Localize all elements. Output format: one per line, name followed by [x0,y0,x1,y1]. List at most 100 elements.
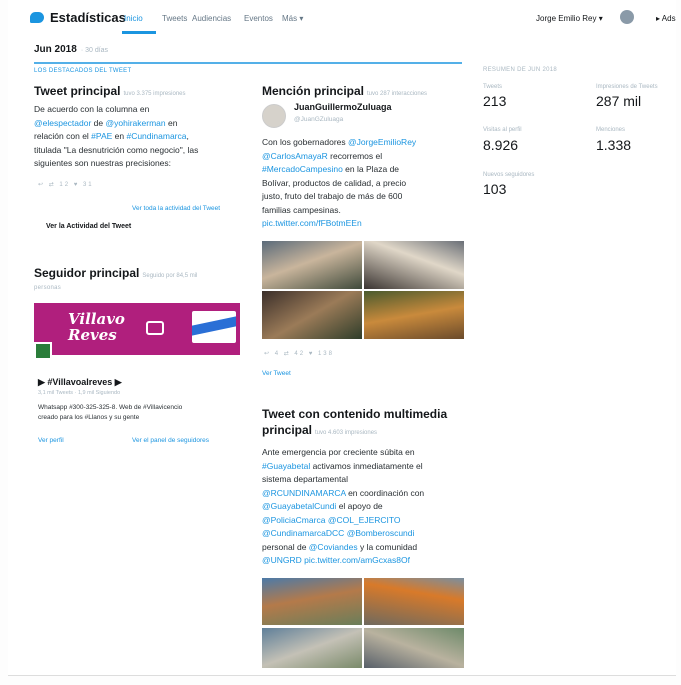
tab-audiences[interactable]: Audiencias [192,14,231,23]
text-line: relación con el #PAE en #Cundinamarca, [34,130,246,144]
text-link[interactable]: @UNGRD [262,555,302,565]
tv-icon [146,321,164,335]
media-photo-2[interactable] [364,578,464,625]
top-follower-title-text: Seguidor principal [34,266,140,280]
follower-stats: 3,1 mil Tweets · 1,9 mil Siguiendo [38,390,121,396]
text-line: personal de @Coviandes y la comunidad [262,541,472,555]
text-link[interactable]: @yohirakerman [106,118,166,128]
section-label: LOS DESTACADOS DEL TWEET [34,68,132,74]
top-follower-meta: Seguido por 84,5 mil [142,273,198,279]
text-line: justo, fruto del trabajo de más de 600 [262,190,467,204]
text-link[interactable]: @CundinamarcaDCC [262,528,344,538]
stat-new-followers-value: 103 [483,181,507,197]
text-run: De acuerdo con la columna en [34,104,150,114]
text-line: #MercadoCampesino en la Plaza de [262,163,467,177]
text-line: @GuayabetalCundi el apoyo de [262,500,472,514]
text-line: Ante emergencia por creciente súbita en [262,446,472,460]
user-avatar[interactable] [620,10,634,24]
tab-events[interactable]: Eventos [244,14,273,23]
mention-author-avatar[interactable] [262,104,286,128]
text-line: #Guayabetal activamos inmediatamente el [262,460,472,474]
view-profile-link[interactable]: Ver perfil [38,437,64,444]
text-run: siguientes son nuestras precisiones: [34,158,172,168]
top-tweet-text: De acuerdo con la columna en @elespectado… [34,103,246,171]
mention-actions[interactable]: ↩ 4 ⇄ 42 ♥ 138 [264,350,334,357]
top-tweet-title: Tweet principal tuvo 3.375 impresiones [34,84,186,102]
follower-name[interactable]: ▶ #Villavoalreves ▶ [38,377,122,388]
text-line: @elespectador de @yohirakerman en [34,117,246,131]
view-tweet-activity-button[interactable]: Ver la Actividad del Tweet [46,223,131,230]
mention-photo-4[interactable] [364,291,464,339]
tab-more[interactable]: Más ▾ [282,14,303,23]
text-link[interactable]: #MercadoCampesino [262,164,343,174]
top-media-title-text: principal [262,423,313,437]
text-link[interactable]: pic.twitter.com/amGcxas8Of [302,555,410,565]
text-run: justo, fruto del trabajo de más de 600 [262,191,403,201]
stat-mentions-label: Menciones [596,127,626,133]
tab-home[interactable]: Inicio [124,14,143,23]
media-photo-4[interactable] [364,628,464,668]
brand[interactable]: Estadísticas [30,10,126,25]
top-mention-title-text: Mención principal [262,84,365,98]
stat-mentions-value: 1.338 [596,137,632,153]
text-link[interactable]: #PAE [91,131,112,141]
text-link[interactable]: @Bomberoscundi [347,528,415,538]
text-link[interactable]: @JorgeEmilioRey [348,137,416,147]
text-link[interactable]: @GuayabetalCundi [262,501,336,511]
text-run: personal de [262,541,309,552]
mention-author-name[interactable]: JuanGuillermoZuluaga [294,102,392,112]
user-menu[interactable]: Jorge Emilio Rey ▾ [536,14,603,23]
text-link[interactable]: pic.twitter.com/fFBotmEEn [262,218,362,228]
stat-impressions-label: Impresiones de Tweets [596,84,658,90]
top-media-title-line-2: principal tuvo 4.603 impresiones [262,423,377,441]
text-link[interactable]: @Coviandes [309,542,358,552]
top-tweet-meta: tuvo 3.375 impresiones [123,91,186,97]
text-run: en la Plaza de [342,164,400,174]
view-followers-panel-link[interactable]: Ver el panel de seguidores [132,437,209,444]
ads-link[interactable]: ▸ Ads [656,14,676,23]
text-link[interactable]: @RCUNDINAMARCA [262,488,346,498]
media-photo-3[interactable] [262,628,362,668]
text-line: siguientes son nuestras precisiones: [34,157,246,171]
text-line: @PoliciaCmarca @COL_EJERCITO [262,514,472,528]
top-tweet-title-text: Tweet principal [34,84,121,98]
top-tweet-actions[interactable]: ↩ ⇄ 12 ♥ 31 [38,181,94,188]
text-link[interactable]: @PoliciaCmarca [262,515,325,525]
view-mention-tweet-link[interactable]: Ver Tweet [262,370,291,377]
text-run: Ante emergencia por creciente súbita en [262,447,415,457]
text-run: relación con el [34,131,92,141]
text-link[interactable]: @elespectador [34,118,91,128]
mention-photo-3[interactable] [262,291,362,339]
text-link[interactable]: #Guayabetal [262,461,310,471]
text-line: sistema departamental [262,473,472,487]
period-label: Jun 2018 [34,44,77,55]
text-run: el apoyo de [336,501,383,511]
stat-new-followers-label: Nuevos seguidores [483,172,535,178]
mention-author-handle[interactable]: @JuanGZuluaga [294,116,343,123]
period-title: Jun 2018 · 30 días [34,44,108,55]
text-line: Con los gobernadores @JorgeEmilioRey [262,136,467,150]
follower-banner-image[interactable]: Villavo Reves [34,303,240,355]
text-line: @RCUNDINAMARCA en coordinación con [262,487,472,501]
text-line: @CundinamarcaDCC @Bomberoscundi [262,527,472,541]
text-run: de [91,117,106,128]
text-line: De acuerdo con la columna en [34,103,246,117]
stat-tweets-label: Tweets [483,84,503,90]
text-run: familias campesinas. [262,204,341,215]
view-all-activity-link[interactable]: Ver toda la actividad del Tweet [132,205,220,212]
text-line: @CarlosAmayaR recorremos el [262,150,467,164]
active-tab-indicator [122,31,156,34]
media-photo-1[interactable] [262,578,362,625]
text-link[interactable]: @CarlosAmayaR [262,151,328,161]
text-line: familias campesinas. [262,204,467,218]
text-link[interactable]: #Cundinamarca [126,131,186,141]
mention-photo-2[interactable] [364,241,464,289]
text-line: pic.twitter.com/fFBotmEEn [262,217,467,231]
banner-text: Villavo Reves [68,310,125,344]
text-link[interactable]: @COL_EJERCITO [328,515,401,525]
tab-tweets[interactable]: Tweets [162,14,187,23]
analytics-page: Estadísticas Inicio Tweets Audiencias Ev… [8,0,676,676]
mention-photo-1[interactable] [262,241,362,289]
stat-tweets-value: 213 [483,93,507,109]
follower-avatar[interactable] [34,342,52,360]
